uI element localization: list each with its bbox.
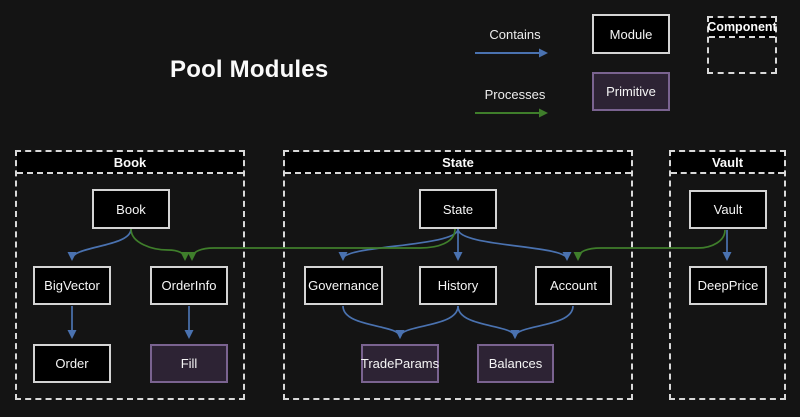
legend-module-box: Module [592,14,670,54]
legend-component-box: Component [707,16,777,74]
legend-processes-label: Processes [470,87,560,102]
node-book: Book [92,189,170,229]
container-state-header: State [285,152,631,174]
node-vault: Vault [689,190,767,229]
node-state: State [419,189,497,229]
legend-contains-label: Contains [470,27,560,42]
node-account: Account [535,266,612,305]
node-governance: Governance [304,266,383,305]
node-history: History [419,266,497,305]
node-balances: Balances [477,344,554,383]
legend-primitive-label: Primitive [606,84,656,99]
node-tradeparams: TradeParams [361,344,439,383]
container-vault-header: Vault [671,152,784,174]
legend-primitive-box: Primitive [592,72,670,111]
node-order: Order [33,344,111,383]
node-deepprice: DeepPrice [689,266,767,305]
legend-component-label: Component [709,18,775,38]
node-bigvector: BigVector [33,266,111,305]
page-title: Pool Modules [170,56,328,84]
legend-module-label: Module [610,27,653,42]
node-fill: Fill [150,344,228,383]
container-book-header: Book [17,152,243,174]
node-orderinfo: OrderInfo [150,266,228,305]
